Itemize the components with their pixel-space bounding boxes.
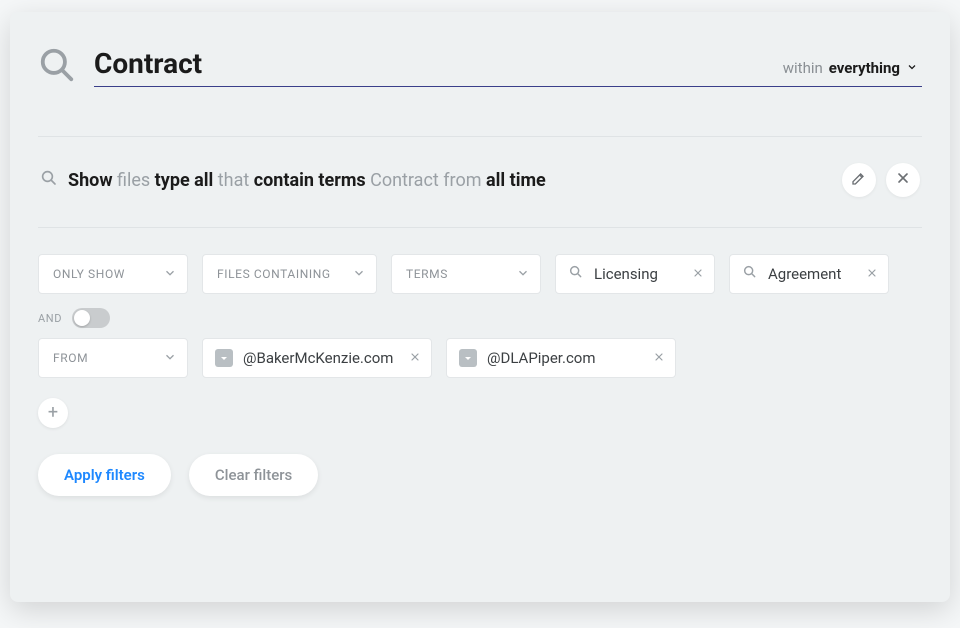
- search-input-container: within everything: [94, 47, 922, 87]
- clear-summary-button[interactable]: [886, 163, 920, 197]
- dropdown-label: ONLY SHOW: [53, 267, 125, 281]
- chip-label: @DLAPiper.com: [487, 349, 596, 367]
- chevron-down-icon: [516, 266, 530, 283]
- terms-dropdown[interactable]: TERMS: [391, 254, 541, 294]
- domain-icon: [459, 349, 477, 367]
- filter-builder: ONLY SHOW FILES CONTAINING TERMS Licensi…: [38, 228, 922, 496]
- dropdown-label: FILES CONTAINING: [217, 267, 331, 281]
- dropdown-label: TERMS: [406, 267, 448, 281]
- remove-chip-button[interactable]: [409, 349, 421, 367]
- plus-icon: +: [48, 404, 58, 422]
- apply-filters-button[interactable]: Apply filters: [38, 454, 171, 496]
- summary-text: Show files type all that contain terms C…: [68, 170, 546, 191]
- from-dropdown[interactable]: FROM: [38, 338, 188, 378]
- search-icon: [568, 264, 584, 284]
- search-icon: [40, 169, 58, 191]
- scope-selector[interactable]: within everything: [783, 59, 918, 77]
- scope-value: everything: [829, 59, 900, 77]
- search-header: within everything: [38, 46, 922, 88]
- pencil-icon: [851, 170, 867, 190]
- search-input[interactable]: [94, 47, 783, 80]
- and-label: AND: [38, 312, 62, 325]
- domain-icon: [215, 349, 233, 367]
- search-icon: [742, 264, 758, 284]
- term-chip-licensing[interactable]: Licensing: [555, 254, 715, 294]
- files-containing-dropdown[interactable]: FILES CONTAINING: [202, 254, 377, 294]
- remove-chip-button[interactable]: [692, 265, 704, 283]
- chevron-down-icon: [163, 350, 177, 367]
- only-show-dropdown[interactable]: ONLY SHOW: [38, 254, 188, 294]
- clear-filters-button[interactable]: Clear filters: [189, 454, 318, 496]
- edit-button[interactable]: [842, 163, 876, 197]
- filter-row-1: ONLY SHOW FILES CONTAINING TERMS Licensi…: [38, 254, 922, 294]
- from-chip-bakermckenzie[interactable]: @BakerMcKenzie.com: [202, 338, 432, 378]
- remove-chip-button[interactable]: [866, 265, 878, 283]
- chevron-down-icon: [906, 59, 918, 77]
- chip-label: Licensing: [594, 265, 658, 283]
- from-chip-dlapiper[interactable]: @DLAPiper.com: [446, 338, 676, 378]
- search-icon: [38, 46, 76, 88]
- scope-within-label: within: [783, 59, 823, 77]
- filter-row-2: FROM @BakerMcKenzie.com @DLAPiper.com: [38, 338, 922, 378]
- term-chip-agreement[interactable]: Agreement: [729, 254, 889, 294]
- chip-label: @BakerMcKenzie.com: [243, 349, 393, 367]
- chevron-down-icon: [163, 266, 177, 283]
- action-buttons: Apply filters Clear filters: [38, 454, 922, 496]
- query-summary: Show files type all that contain terms C…: [38, 137, 922, 197]
- close-icon: [895, 170, 911, 190]
- remove-chip-button[interactable]: [653, 349, 665, 367]
- chip-label: Agreement: [768, 265, 841, 283]
- chevron-down-icon: [352, 266, 366, 283]
- search-panel: within everything Show files type all th…: [10, 12, 950, 602]
- and-operator-row: AND: [38, 308, 922, 328]
- and-toggle[interactable]: [72, 308, 110, 328]
- add-filter-button[interactable]: +: [38, 398, 68, 428]
- dropdown-label: FROM: [53, 351, 88, 365]
